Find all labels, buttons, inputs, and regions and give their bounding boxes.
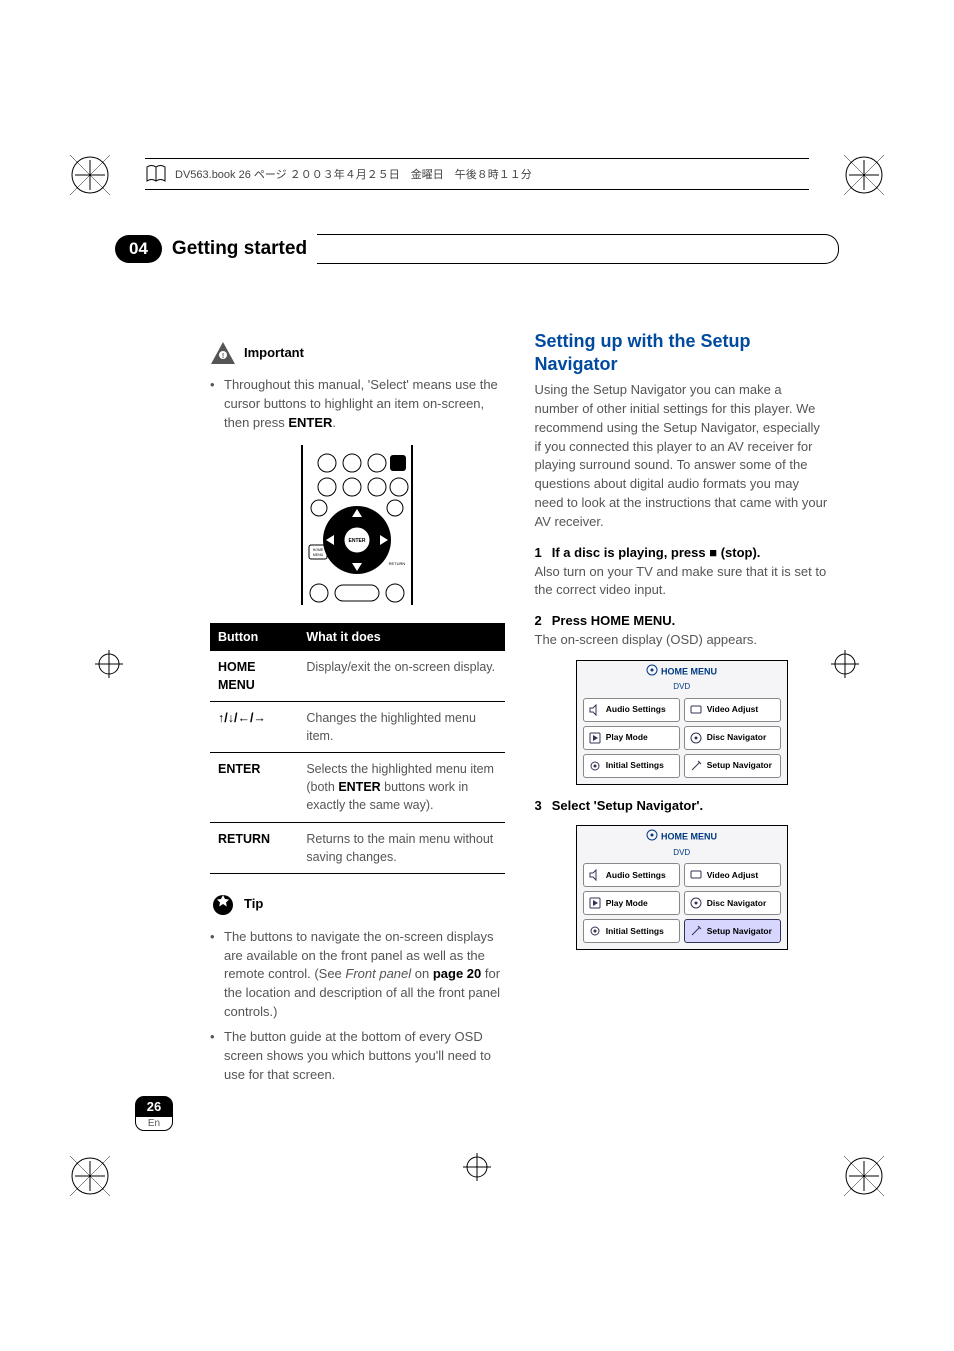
tv-icon (689, 868, 703, 882)
important-label: Important (244, 344, 304, 363)
page-number: 26 (135, 1096, 173, 1117)
svg-text:RETURN: RETURN (389, 561, 406, 566)
play-icon (588, 896, 602, 910)
wand-icon (689, 759, 703, 773)
tip-callout: Tip (210, 892, 505, 918)
gear-icon (588, 759, 602, 773)
speaker-icon (588, 868, 602, 882)
remote-control-figure: ENTER HOME MENU RETURN (210, 445, 505, 605)
table-row: RETURN Returns to the main menu without … (210, 822, 505, 873)
left-column: ! Important Throughout this manual, 'Sel… (210, 330, 505, 1091)
tv-icon (689, 703, 703, 717)
section-intro: Using the Setup Navigator you can make a… (535, 381, 830, 532)
crosshair-icon (463, 1153, 491, 1181)
chapter-header: 04 Getting started (115, 234, 839, 264)
home-menu-osd-selected: HOME MENU DVD Audio Settings Video Adjus… (576, 825, 788, 950)
menu-item: Initial Settings (583, 754, 680, 778)
menu-item: Disc Navigator (684, 726, 781, 750)
tip-icon (210, 892, 236, 918)
menu-item: Disc Navigator (684, 891, 781, 915)
menu-item: Setup Navigator (684, 754, 781, 778)
step-2-body: The on-screen display (OSD) appears. (535, 631, 830, 650)
chapter-title: Getting started (172, 238, 307, 260)
step-1-heading: 1If a disc is playing, press ■ (stop). (535, 544, 830, 563)
button-reference-table: Button What it does HOME MENU Display/ex… (210, 623, 505, 874)
menu-item: Audio Settings (583, 698, 680, 722)
registration-mark-icon (70, 1156, 110, 1196)
table-header-button: Button (210, 623, 298, 651)
step-1-body: Also turn on your TV and make sure that … (535, 563, 830, 601)
table-row: ↑/↓/←/→ Changes the highlighted menu ite… (210, 701, 505, 752)
registration-mark-icon (70, 155, 110, 195)
right-column: Setting up with the Setup Navigator Usin… (535, 330, 830, 1091)
crosshair-icon (831, 650, 859, 678)
svg-text:ENTER: ENTER (349, 538, 366, 544)
step-2-heading: 2Press HOME MENU. (535, 612, 830, 631)
table-row: ENTER Selects the highlighted menu item … (210, 753, 505, 822)
important-note: Throughout this manual, 'Select' means u… (210, 376, 505, 433)
gear-icon (588, 924, 602, 938)
table-header-what: What it does (298, 623, 504, 651)
wand-icon (689, 924, 703, 938)
registration-mark-icon (844, 155, 884, 195)
menu-item: Video Adjust (684, 698, 781, 722)
tip-item: The buttons to navigate the on-screen di… (210, 928, 505, 1022)
disc-nav-icon (689, 731, 703, 745)
disc-icon (646, 829, 658, 845)
header-rule (317, 234, 839, 264)
tip-item: The button guide at the bottom of every … (210, 1028, 505, 1085)
home-menu-osd: HOME MENU DVD Audio Settings Video Adjus… (576, 660, 788, 785)
crosshair-icon (95, 650, 123, 678)
tip-label: Tip (244, 895, 263, 914)
svg-text:!: ! (222, 353, 224, 360)
speaker-icon (588, 703, 602, 717)
disc-icon (646, 664, 658, 680)
svg-text:HOME: HOME (313, 548, 324, 552)
important-callout: ! Important (210, 340, 505, 366)
menu-item: Video Adjust (684, 863, 781, 887)
play-icon (588, 731, 602, 745)
book-icon (145, 163, 167, 185)
svg-text:MENU: MENU (313, 553, 324, 557)
table-row: HOME MENU Display/exit the on-screen dis… (210, 651, 505, 702)
menu-item: Play Mode (583, 891, 680, 915)
registration-mark-icon (844, 1156, 884, 1196)
step-3-heading: 3Select 'Setup Navigator'. (535, 797, 830, 816)
file-info-bar: DV563.book 26 ページ ２００３年４月２５日 金曜日 午後８時１１分 (145, 158, 809, 190)
page-number-badge: 26 En (135, 1096, 173, 1131)
disc-nav-icon (689, 896, 703, 910)
chapter-number: 04 (115, 235, 162, 263)
file-info-text: DV563.book 26 ページ ２００３年４月２５日 金曜日 午後８時１１分 (175, 166, 532, 182)
warning-icon: ! (210, 340, 236, 366)
page-language: En (135, 1117, 173, 1131)
menu-item: Audio Settings (583, 863, 680, 887)
menu-item: Play Mode (583, 726, 680, 750)
menu-item-selected: Setup Navigator (684, 919, 781, 943)
menu-item: Initial Settings (583, 919, 680, 943)
section-title: Setting up with the Setup Navigator (535, 330, 830, 375)
